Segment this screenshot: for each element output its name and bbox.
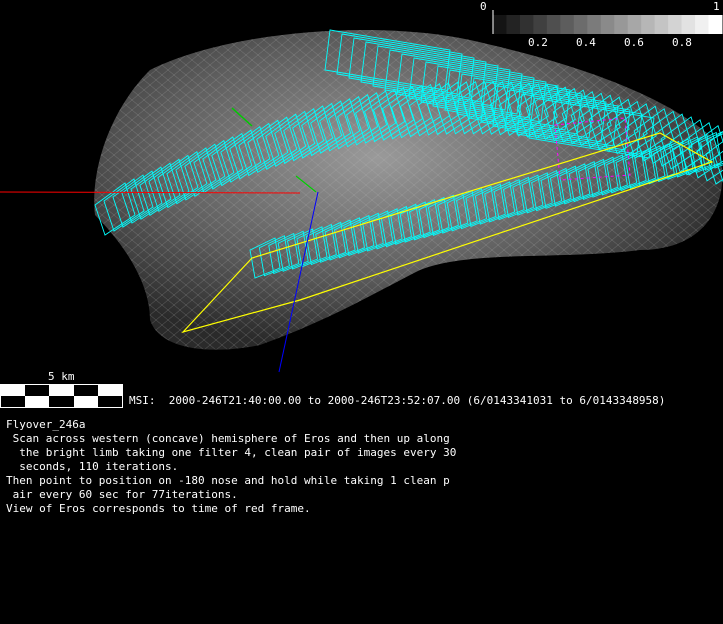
description-line: Scan across western (concave) hemisphere…: [6, 432, 450, 445]
colorbar-tick-label: 0.2: [528, 36, 548, 49]
colorbar-swatch: [614, 15, 629, 34]
colorbar-swatch: [519, 15, 534, 34]
colorbar-tick-label: 0.4: [576, 36, 596, 49]
eros-3d-scene[interactable]: [0, 0, 723, 624]
colorbar-swatch: [587, 15, 602, 34]
colorbar-swatch: [560, 15, 575, 34]
colorbar-swatch: [493, 15, 507, 34]
colorbar-min-label: 0: [480, 0, 487, 13]
colorbar-swatch: [573, 15, 588, 34]
description-line: View of Eros corresponds to time of red …: [6, 502, 311, 515]
description-line: air every 60 sec for 77iterations.: [6, 488, 238, 501]
sequence-description: Flyover_246a Scan across western (concav…: [6, 418, 456, 516]
colorbar-tick-label: 0.8: [672, 36, 692, 49]
description-line: the bright limb taking one filter 4, cle…: [6, 446, 457, 459]
scale-bar: [0, 384, 123, 408]
colorbar-swatch: [546, 15, 561, 34]
colorbar-swatch: [654, 15, 669, 34]
colorbar-swatch: [695, 15, 710, 34]
colorbar-max-label: 1: [713, 0, 720, 13]
colorbar-swatch: [681, 15, 696, 34]
msi-time-range: MSI: 2000-246T21:40:00.00 to 2000-246T23…: [129, 394, 666, 407]
viewer-canvas: 0 1 0.2 0.4 0.6 0.8 5 km MSI: 2000-246T2…: [0, 0, 723, 624]
colorbar-swatch: [533, 15, 548, 34]
description-line: Then point to position on -180 nose and …: [6, 474, 450, 487]
colorbar-swatch: [641, 15, 656, 34]
scale-bar-label: 5 km: [48, 370, 75, 383]
colorbar-swatch: [708, 15, 723, 34]
colorbar-swatch: [600, 15, 615, 34]
colorbar-swatch: [627, 15, 642, 34]
colorbar-swatch: [506, 15, 521, 34]
colorbar-tick-label: 0.6: [624, 36, 644, 49]
description-line: seconds, 110 iterations.: [6, 460, 179, 473]
colorbar-swatch: [668, 15, 683, 34]
sequence-title: Flyover_246a: [6, 418, 86, 431]
